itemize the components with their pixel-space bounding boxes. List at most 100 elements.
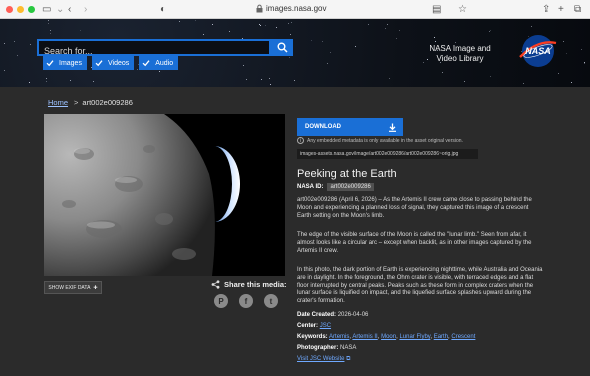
star <box>159 71 160 72</box>
forward-icon[interactable]: › <box>84 3 87 16</box>
download-button[interactable]: DOWNLOAD <box>297 118 403 136</box>
bookmark-star-icon[interactable]: ☆ <box>458 3 467 16</box>
share-icon[interactable]: ⇪ <box>542 3 550 16</box>
keyword-link[interactable]: Earth <box>434 334 448 340</box>
star <box>571 82 572 83</box>
back-icon[interactable]: ‹ <box>68 3 71 16</box>
center-link[interactable]: JSC <box>320 323 331 329</box>
share-icon <box>211 280 220 289</box>
star <box>389 78 390 79</box>
pinterest-icon[interactable]: P <box>214 294 228 308</box>
asset-url[interactable]: images-assets.nasa.gov/image/art002e0092… <box>297 149 478 159</box>
filter-videos[interactable]: Videos <box>91 56 135 70</box>
description-paragraph: art002e009286 (April 6, 2026) – As the A… <box>297 197 532 219</box>
star <box>327 63 328 64</box>
media-image[interactable] <box>44 114 285 276</box>
star <box>246 79 247 80</box>
star <box>396 38 397 39</box>
keyword-link[interactable]: Crescent <box>451 334 475 340</box>
star <box>584 63 585 64</box>
visit-website-row: Visit JSC Website ⧉ <box>297 356 350 363</box>
minimize-window-button[interactable] <box>17 6 24 13</box>
star <box>464 81 465 82</box>
star <box>563 41 564 42</box>
star <box>581 49 582 50</box>
center-label: Center: <box>297 323 319 329</box>
external-link-icon: ⧉ <box>346 356 351 362</box>
filter-audio[interactable]: Audio <box>139 56 179 70</box>
sidebar-toggle-icon[interactable]: ▭ <box>42 3 51 16</box>
star <box>490 30 491 31</box>
date-created-label: Date Created: <box>297 312 337 318</box>
star <box>70 80 71 81</box>
star <box>276 27 277 28</box>
description-paragraph: The edge of the visible surface of the M… <box>297 232 532 254</box>
keyword-link[interactable]: Moon <box>381 334 396 340</box>
keyword-link[interactable]: Artemis <box>329 334 349 340</box>
star <box>50 33 51 34</box>
window-controls <box>6 6 35 13</box>
brand-line-2: Video Library <box>436 54 484 63</box>
nasa-id-value: art002e009286 <box>327 183 374 191</box>
star <box>265 25 266 26</box>
star <box>355 46 356 47</box>
search-button[interactable] <box>271 39 293 56</box>
new-tab-icon[interactable]: + <box>558 3 564 16</box>
star <box>311 40 312 41</box>
plus-icon: ✚ <box>93 284 98 291</box>
chevron-down-icon[interactable]: ⌄ <box>56 3 64 16</box>
twitter-icon[interactable]: t <box>264 294 278 308</box>
keyword-link[interactable]: Artemis II <box>352 334 377 340</box>
download-label: DOWNLOAD <box>305 124 341 130</box>
browser-toolbar: ▭ ⌄ ‹ › ◐ images.nasa.gov ▤ ☆ ⇪ + ⧉ <box>0 0 590 19</box>
star <box>48 20 49 21</box>
site-brand[interactable]: NASA Image and Video Library <box>424 44 496 64</box>
star <box>17 55 18 56</box>
star <box>490 76 491 77</box>
star <box>290 34 291 35</box>
media-type-filters: Images Videos Audio <box>43 56 179 70</box>
show-exif-data-button[interactable]: SHOW EXIF DATA ✚ <box>44 281 102 294</box>
star <box>322 41 323 42</box>
moon-earth-photo <box>44 114 285 276</box>
star <box>4 43 5 44</box>
keyword-link[interactable]: Lunar Flyby <box>399 334 430 340</box>
star <box>385 28 386 29</box>
star <box>4 70 5 71</box>
star <box>489 31 490 32</box>
filter-label: Videos <box>107 59 130 67</box>
info-icon: i <box>297 137 304 144</box>
star <box>523 83 524 84</box>
maximize-window-button[interactable] <box>28 6 35 13</box>
address-bar[interactable]: images.nasa.gov <box>266 4 326 13</box>
search-icon <box>277 42 288 53</box>
checkmark-icon <box>142 60 150 67</box>
star <box>442 72 443 73</box>
nasa-logo[interactable]: NASA <box>518 33 558 69</box>
star <box>368 24 369 25</box>
photographer-value: NASA <box>340 345 357 351</box>
star <box>531 26 532 27</box>
star <box>29 82 30 83</box>
tab-overview-icon[interactable]: ⧉ <box>574 3 581 16</box>
breadcrumb-home-link[interactable]: Home <box>48 98 68 107</box>
nasa-id-label: NASA ID: <box>297 184 324 190</box>
visit-jsc-website-link[interactable]: Visit JSC Website <box>297 356 344 362</box>
star <box>203 34 204 35</box>
star <box>399 30 400 31</box>
star <box>195 20 196 21</box>
facebook-icon[interactable]: f <box>239 294 253 308</box>
star <box>243 65 244 66</box>
star <box>435 41 436 42</box>
close-window-button[interactable] <box>6 6 13 13</box>
reader-icon[interactable]: ▤ <box>432 3 441 16</box>
keywords-label: Keywords: <box>297 334 328 340</box>
star <box>229 31 230 32</box>
page-title: Peeking at the Earth <box>297 168 397 180</box>
privacy-shield-icon[interactable]: ◐ <box>160 3 166 16</box>
filter-images[interactable]: Images <box>43 56 87 70</box>
exif-label: SHOW EXIF DATA <box>48 284 91 291</box>
checkmark-icon <box>95 60 103 67</box>
star <box>291 22 292 23</box>
star <box>289 57 290 58</box>
